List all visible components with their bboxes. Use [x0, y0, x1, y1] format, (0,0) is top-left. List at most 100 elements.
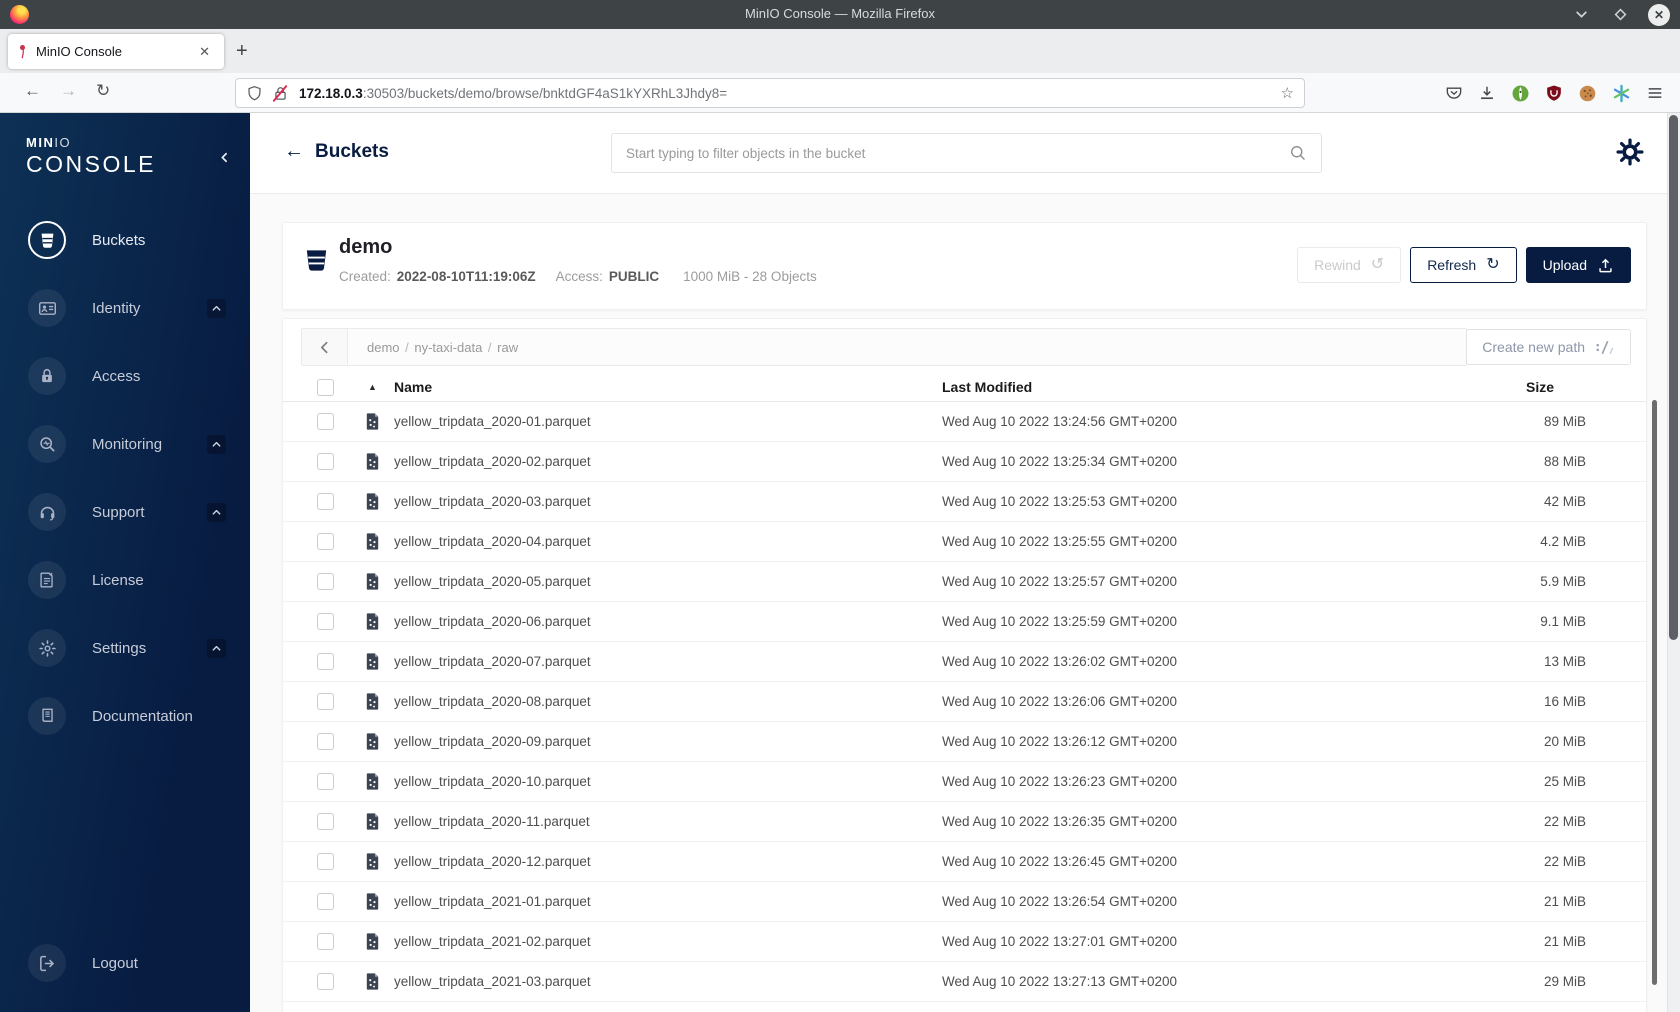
sidebar-item-buckets[interactable]: Buckets [0, 206, 250, 274]
table-row[interactable]: yellow_tripdata_2020-02.parquet Wed Aug 1… [283, 442, 1646, 482]
table-row[interactable]: yellow_tripdata_2021-03.parquet Wed Aug 1… [283, 962, 1646, 1002]
refresh-button[interactable]: Refresh ↻ [1410, 247, 1517, 283]
table-scrollbar[interactable] [1652, 400, 1657, 985]
menu-icon[interactable] [1646, 84, 1664, 102]
row-checkbox[interactable] [317, 453, 334, 470]
sidebar-item-license[interactable]: License [0, 546, 250, 614]
gear-icon[interactable] [1616, 138, 1644, 171]
row-checkbox[interactable] [317, 853, 334, 870]
table-row[interactable]: yellow_tripdata_2020-10.parquet Wed Aug 1… [283, 762, 1646, 802]
download-icon[interactable] [1478, 84, 1496, 102]
table-row[interactable]: yellow_tripdata_2020-05.parquet Wed Aug 1… [283, 562, 1646, 602]
object-name[interactable]: yellow_tripdata_2020-05.parquet [394, 574, 591, 589]
close-tab-icon[interactable]: ✕ [195, 42, 214, 62]
row-checkbox[interactable] [317, 413, 334, 430]
sidebar-item-access[interactable]: Access [0, 342, 250, 410]
shield-icon[interactable] [246, 85, 263, 102]
object-name[interactable]: yellow_tripdata_2020-07.parquet [394, 654, 591, 669]
breadcrumb-segment[interactable]: raw [497, 340, 518, 355]
row-checkbox[interactable] [317, 493, 334, 510]
table-row[interactable]: yellow_tripdata_2020-07.parquet Wed Aug 1… [283, 642, 1646, 682]
table-row[interactable]: yellow_tripdata_2020-12.parquet Wed Aug 1… [283, 842, 1646, 882]
row-checkbox[interactable] [317, 533, 334, 550]
table-row[interactable]: yellow_tripdata_2020-06.parquet Wed Aug 1… [283, 602, 1646, 642]
page-scrollbar-thumb[interactable] [1669, 115, 1678, 640]
sidebar-item-documentation[interactable]: Documentation [0, 682, 250, 750]
chevron-up-icon[interactable] [207, 638, 226, 658]
bookmark-star-icon[interactable]: ☆ [1281, 84, 1294, 102]
chevron-up-icon[interactable] [207, 298, 226, 318]
privacy-badger-icon[interactable] [1511, 84, 1530, 103]
collapse-sidebar-icon[interactable] [218, 151, 231, 169]
table-row[interactable]: yellow_tripdata_2021-02.parquet Wed Aug 1… [283, 922, 1646, 962]
breadcrumb-segment[interactable]: demo [367, 340, 400, 355]
row-checkbox[interactable] [317, 933, 334, 950]
row-checkbox[interactable] [317, 973, 334, 990]
forward-icon[interactable]: → [60, 81, 77, 101]
insecure-lock-icon[interactable] [272, 84, 289, 102]
table-row[interactable]: yellow_tripdata_2021-01.parquet Wed Aug 1… [283, 882, 1646, 922]
pocket-icon[interactable] [1445, 84, 1463, 102]
table-row[interactable]: yellow_tripdata_2020-11.parquet Wed Aug 1… [283, 802, 1646, 842]
object-name[interactable]: yellow_tripdata_2020-11.parquet [394, 814, 590, 829]
search-input[interactable] [626, 145, 1289, 161]
reload-icon[interactable]: ↻ [96, 81, 110, 101]
path-back-icon[interactable] [302, 329, 348, 365]
table-row[interactable]: yellow_tripdata_2020-03.parquet Wed Aug 1… [283, 482, 1646, 522]
object-name[interactable]: yellow_tripdata_2020-01.parquet [394, 414, 591, 429]
row-checkbox[interactable] [317, 693, 334, 710]
cookie-icon[interactable] [1578, 84, 1597, 103]
column-name[interactable]: ▲ Name [363, 379, 942, 395]
container-icon[interactable] [1612, 84, 1631, 103]
url-bar[interactable]: 172.18.0.3:30503/buckets/demo/browse/bnk… [235, 78, 1305, 108]
object-name[interactable]: yellow_tripdata_2021-03.parquet [394, 974, 591, 989]
sidebar-item-monitoring[interactable]: Monitoring [0, 410, 250, 478]
row-checkbox[interactable] [317, 573, 334, 590]
table-row[interactable]: yellow_tripdata_2020-08.parquet Wed Aug 1… [283, 682, 1646, 722]
parquet-file-icon [363, 412, 382, 431]
ublock-icon[interactable] [1545, 84, 1563, 102]
page-scrollbar[interactable] [1667, 113, 1680, 1012]
sidebar-item-settings[interactable]: Settings [0, 614, 250, 682]
object-name[interactable]: yellow_tripdata_2020-04.parquet [394, 534, 591, 549]
object-name[interactable]: yellow_tripdata_2020-09.parquet [394, 734, 591, 749]
object-name[interactable]: yellow_tripdata_2020-02.parquet [394, 454, 591, 469]
table-row[interactable]: yellow_tripdata_2020-04.parquet Wed Aug 1… [283, 522, 1646, 562]
sidebar-item-identity[interactable]: Identity [0, 274, 250, 342]
maximize-icon[interactable] [1609, 4, 1631, 26]
chevron-up-icon[interactable] [207, 434, 226, 454]
tab-minio-console[interactable]: MinIO Console ✕ [8, 34, 224, 69]
back-to-buckets-link[interactable]: ← Buckets [284, 140, 389, 163]
create-new-path-button[interactable]: Create new path [1466, 329, 1631, 365]
object-size: 29 MiB [1543, 974, 1586, 989]
object-name[interactable]: yellow_tripdata_2020-06.parquet [394, 614, 591, 629]
column-size[interactable]: Size [1516, 379, 1646, 395]
table-row[interactable]: yellow_tripdata_2020-09.parquet Wed Aug 1… [283, 722, 1646, 762]
minimize-icon[interactable] [1570, 4, 1592, 26]
column-last-modified[interactable]: Last Modified [942, 379, 1516, 395]
breadcrumb-segment[interactable]: ny-taxi-data [414, 340, 482, 355]
close-icon[interactable]: ✕ [1648, 3, 1670, 26]
row-checkbox[interactable] [317, 893, 334, 910]
row-checkbox[interactable] [317, 773, 334, 790]
object-name[interactable]: yellow_tripdata_2021-01.parquet [394, 894, 591, 909]
row-checkbox[interactable] [317, 613, 334, 630]
chevron-up-icon[interactable] [207, 502, 226, 522]
new-tab-icon[interactable]: + [236, 40, 248, 62]
row-checkbox[interactable] [317, 813, 334, 830]
sidebar-item-logout[interactable]: Logout [0, 929, 250, 997]
object-name[interactable]: yellow_tripdata_2021-02.parquet [394, 934, 591, 949]
row-checkbox[interactable] [317, 733, 334, 750]
object-name[interactable]: yellow_tripdata_2020-03.parquet [394, 494, 591, 509]
object-size: 21 MiB [1543, 934, 1586, 949]
row-checkbox[interactable] [317, 653, 334, 670]
sidebar-item-support[interactable]: Support [0, 478, 250, 546]
select-all-checkbox[interactable] [317, 378, 334, 396]
sidebar-item-label: License [92, 571, 144, 589]
upload-button[interactable]: Upload [1525, 247, 1631, 283]
object-name[interactable]: yellow_tripdata_2020-10.parquet [394, 774, 591, 789]
object-name[interactable]: yellow_tripdata_2020-08.parquet [394, 694, 591, 709]
object-name[interactable]: yellow_tripdata_2020-12.parquet [394, 854, 591, 869]
table-row[interactable]: yellow_tripdata_2020-01.parquet Wed Aug 1… [283, 402, 1646, 442]
back-icon[interactable]: ← [24, 81, 41, 101]
